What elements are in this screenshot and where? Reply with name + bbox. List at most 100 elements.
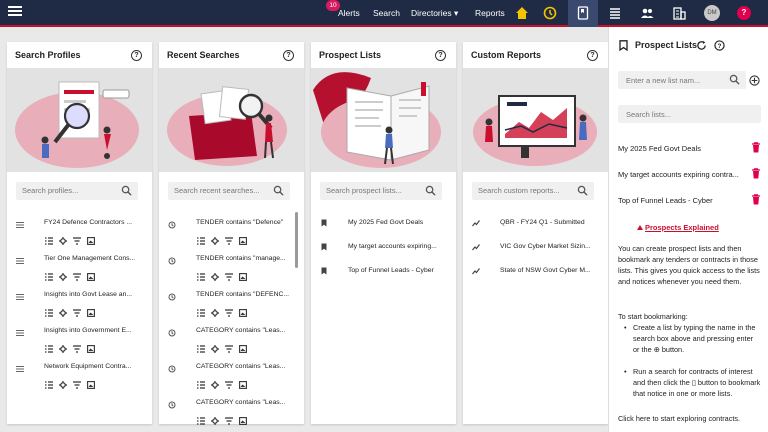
list-item[interactable]: My target accounts expiring contra...	[618, 165, 761, 191]
image-icon[interactable]	[87, 345, 95, 353]
image-icon[interactable]	[239, 381, 247, 389]
drag-handle-icon[interactable]	[16, 329, 24, 337]
delete-icon[interactable]	[751, 168, 761, 179]
image-icon[interactable]	[239, 345, 247, 353]
list-item[interactable]: Insights into Govt Lease an...	[7, 286, 152, 322]
settings-icon[interactable]	[211, 381, 219, 389]
settings-icon[interactable]	[211, 309, 219, 317]
settings-icon[interactable]	[59, 237, 67, 245]
list-item[interactable]: FY24 Defence Contractors ...	[7, 214, 152, 250]
image-icon[interactable]	[87, 309, 95, 317]
nav-reports[interactable]: Reports	[475, 8, 505, 18]
help-circle-icon[interactable]: ?	[435, 50, 446, 61]
list-item-label[interactable]: QBR - FY24 Q1 - Submitted	[500, 219, 600, 226]
drag-handle-icon[interactable]	[16, 293, 24, 301]
search-custom-reports-input[interactable]: Search custom reports...	[472, 182, 594, 200]
app-logo-icon[interactable]	[8, 6, 22, 19]
list-item-label[interactable]: TENDER contains "manage...	[196, 255, 296, 262]
user-avatar[interactable]: DM	[704, 5, 720, 21]
search-prospect-lists-input[interactable]: Search prospect lists...	[320, 182, 442, 200]
drag-handle-icon[interactable]	[16, 365, 24, 373]
filter-icon[interactable]	[225, 381, 233, 389]
list-item-label[interactable]: CATEGORY contains "Leas...	[196, 363, 296, 370]
list-item-label[interactable]: Top of Funnel Leads - Cyber	[618, 196, 713, 205]
list-item-label[interactable]: CATEGORY contains "Leas...	[196, 327, 296, 334]
explore-link[interactable]: Click here to start exploring contracts.	[618, 413, 764, 424]
settings-icon[interactable]	[211, 345, 219, 353]
list-view-icon[interactable]	[197, 345, 205, 353]
filter-icon[interactable]	[225, 345, 233, 353]
list-item[interactable]: Top of Funnel Leads - Cyber	[618, 191, 761, 217]
list-item-label[interactable]: Network Equipment Contra...	[44, 363, 144, 370]
list-item[interactable]: CATEGORY contains "Leas...	[159, 394, 304, 430]
list-view-icon[interactable]	[45, 345, 53, 353]
list-view-icon[interactable]	[197, 309, 205, 317]
filter-icon[interactable]	[73, 381, 81, 389]
list-item-label[interactable]: Tier One Management Cons...	[44, 255, 144, 262]
list-item-label[interactable]: CATEGORY contains "Leas...	[196, 399, 296, 406]
list-item-label[interactable]: Insights into Govt Lease an...	[44, 291, 144, 298]
list-view-icon[interactable]	[45, 309, 53, 317]
help-icon[interactable]: ?	[737, 6, 751, 20]
list-item[interactable]: TENDER contains "DEFENC...	[159, 286, 304, 322]
building-icon[interactable]	[671, 5, 687, 21]
list-view-icon[interactable]	[45, 273, 53, 281]
list-view-icon[interactable]	[197, 381, 205, 389]
list-item[interactable]: State of NSW Govt Cyber M...	[463, 262, 608, 286]
list-item-label[interactable]: My 2025 Fed Govt Deals	[348, 219, 448, 226]
image-icon[interactable]	[239, 417, 247, 425]
list-item-label[interactable]: TENDER contains "Defence"	[196, 219, 296, 226]
list-view-icon[interactable]	[45, 381, 53, 389]
users-icon[interactable]	[639, 5, 655, 21]
refresh-icon[interactable]	[696, 40, 707, 51]
nav-alerts[interactable]: Alerts	[338, 8, 360, 18]
list-item[interactable]: Network Equipment Contra...	[7, 358, 152, 394]
help-circle-icon[interactable]: ?	[131, 50, 142, 61]
settings-icon[interactable]	[211, 417, 219, 425]
nav-search[interactable]: Search	[373, 8, 400, 18]
help-circle-icon[interactable]: ?	[283, 50, 294, 61]
list-item-label[interactable]: State of NSW Govt Cyber M...	[500, 267, 600, 274]
list-item-label[interactable]: VIC Gov Cyber Market Sizin...	[500, 243, 600, 250]
collapse-caret-icon[interactable]	[637, 225, 643, 230]
list-icon[interactable]	[607, 5, 623, 21]
search-profiles-input[interactable]: Search profiles...	[16, 182, 138, 200]
filter-icon[interactable]	[225, 417, 233, 425]
image-icon[interactable]	[239, 309, 247, 317]
new-list-input[interactable]: Enter a new list nam...	[618, 71, 746, 89]
list-view-icon[interactable]	[197, 237, 205, 245]
list-item[interactable]: Top of Funnel Leads - Cyber	[311, 262, 456, 286]
list-item[interactable]: VIC Gov Cyber Market Sizin...	[463, 238, 608, 262]
list-item[interactable]: TENDER contains "Defence"	[159, 214, 304, 250]
list-item[interactable]: My target accounts expiring...	[311, 238, 456, 262]
list-item[interactable]: TENDER contains "manage...	[159, 250, 304, 286]
settings-icon[interactable]	[211, 237, 219, 245]
filter-icon[interactable]	[73, 237, 81, 245]
filter-icon[interactable]	[73, 309, 81, 317]
search-recent-input[interactable]: Search recent searches...	[168, 182, 290, 200]
list-item-label[interactable]: My 2025 Fed Govt Deals	[618, 144, 701, 153]
list-item[interactable]: Tier One Management Cons...	[7, 250, 152, 286]
list-item-label[interactable]: Top of Funnel Leads - Cyber	[348, 267, 448, 274]
list-view-icon[interactable]	[197, 273, 205, 281]
image-icon[interactable]	[239, 237, 247, 245]
list-item[interactable]: My 2025 Fed Govt Deals	[311, 214, 456, 238]
filter-icon[interactable]	[73, 345, 81, 353]
list-item[interactable]: QBR - FY24 Q1 - Submitted	[463, 214, 608, 238]
drag-handle-icon[interactable]	[16, 257, 24, 265]
image-icon[interactable]	[87, 237, 95, 245]
image-icon[interactable]	[87, 381, 95, 389]
tablet-bookmark-icon[interactable]	[575, 5, 591, 21]
list-item-label[interactable]: TENDER contains "DEFENC...	[196, 291, 296, 298]
add-list-icon[interactable]	[749, 75, 760, 86]
filter-icon[interactable]	[225, 309, 233, 317]
drag-handle-icon[interactable]	[16, 221, 24, 229]
image-icon[interactable]	[87, 273, 95, 281]
recent-searches-scrollbar[interactable]	[295, 212, 298, 268]
list-item-label[interactable]: My target accounts expiring contra...	[618, 170, 739, 179]
list-view-icon[interactable]	[197, 417, 205, 425]
search-lists-input[interactable]: Search lists...	[618, 105, 761, 123]
list-item-label[interactable]: FY24 Defence Contractors ...	[44, 219, 144, 226]
list-item[interactable]: CATEGORY contains "Leas...	[159, 322, 304, 358]
filter-icon[interactable]	[225, 273, 233, 281]
